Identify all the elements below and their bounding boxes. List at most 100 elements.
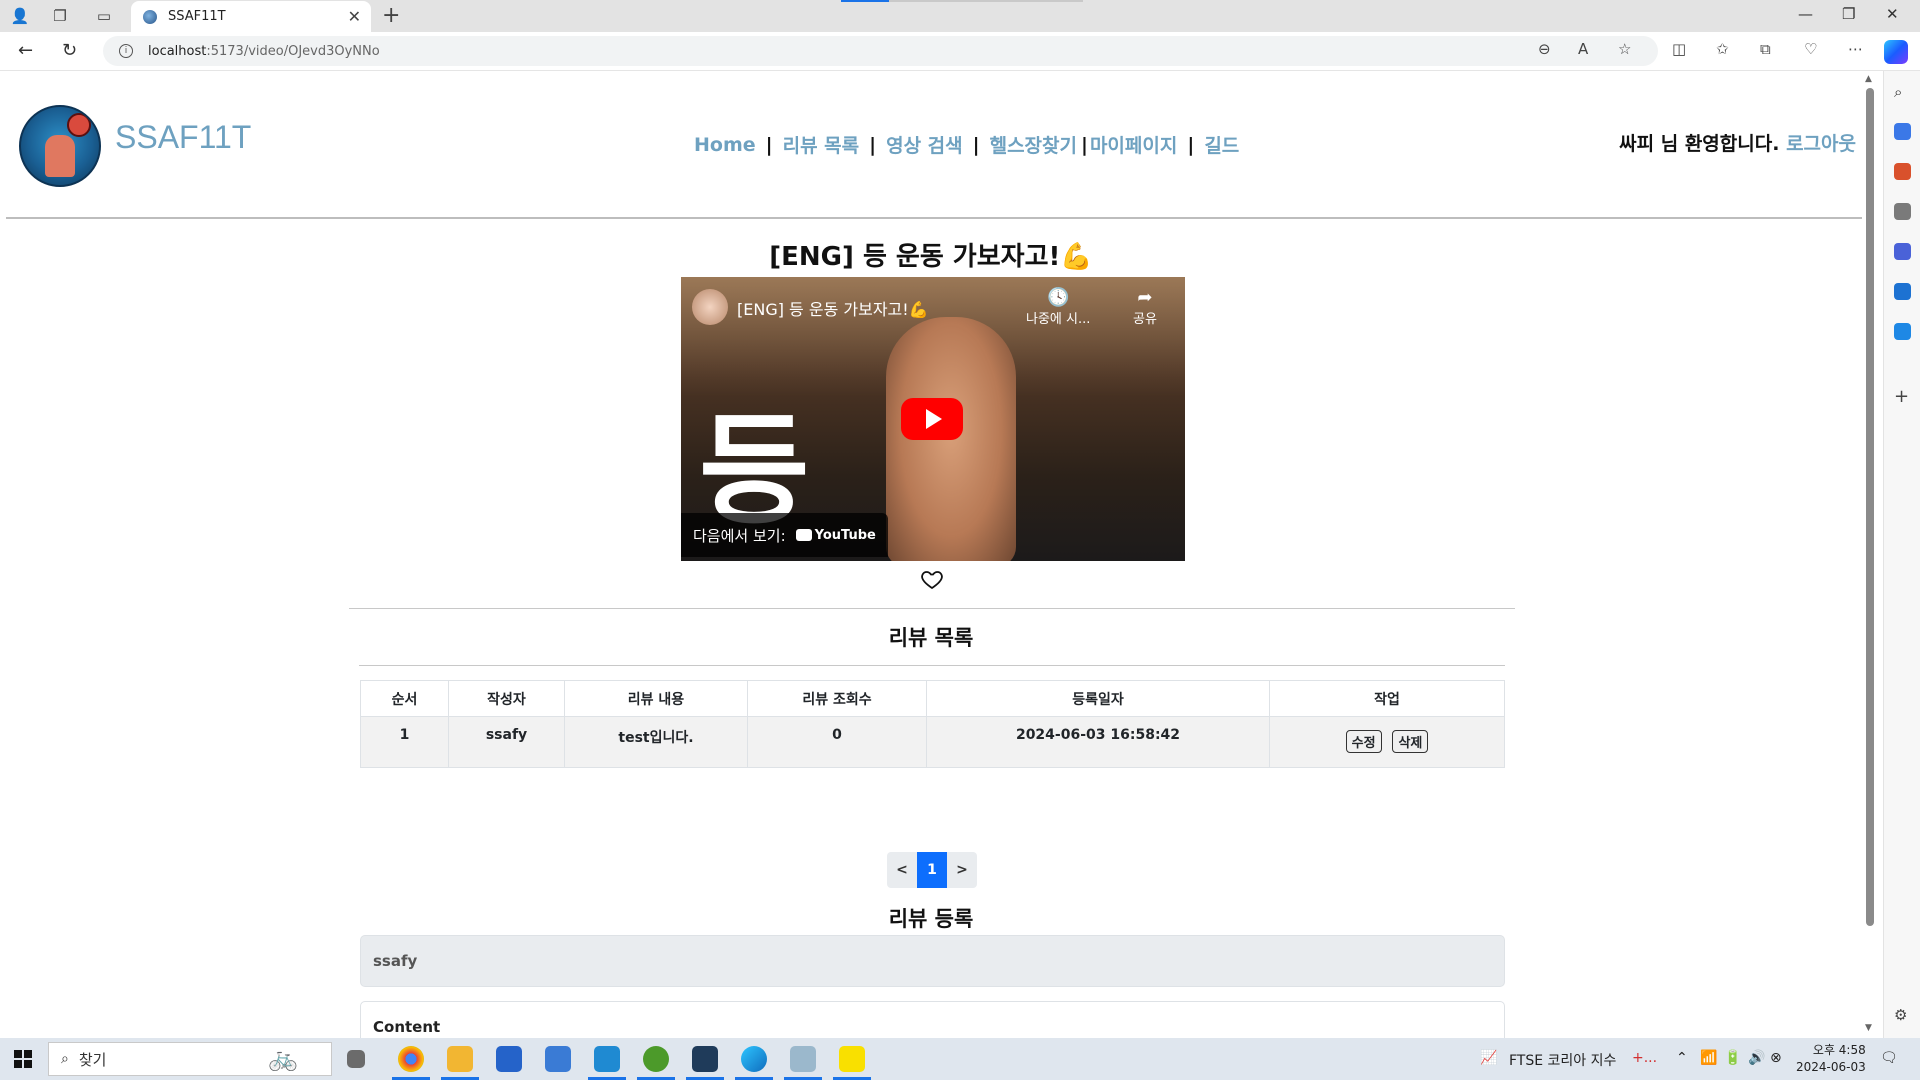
scroll-down-icon[interactable]: ▼: [1865, 1023, 1872, 1033]
extensions-icon[interactable]: ♡: [1804, 40, 1817, 58]
content-field[interactable]: Content: [360, 1001, 1505, 1038]
workspaces-icon[interactable]: ❐: [50, 6, 70, 26]
prev-page-button[interactable]: <: [887, 852, 917, 888]
col-header-author: 작성자: [448, 680, 565, 717]
address-bar-row: ← ↻ i localhost :5173/video/OJevd3OyNNo …: [0, 32, 1920, 71]
edit-review-button[interactable]: 수정: [1345, 730, 1382, 753]
browser-tab[interactable]: SSAF11T ✕: [131, 1, 371, 32]
browser-tab-bar: 👤 ❐ ▭ SSAF11T ✕ + — ❐ ✕: [0, 0, 1920, 32]
notepad-icon[interactable]: [790, 1046, 816, 1072]
status-icon[interactable]: ⊗: [1770, 1050, 1782, 1066]
office-icon[interactable]: [1894, 243, 1911, 260]
play-button[interactable]: [901, 398, 963, 440]
cell-author: ssafy: [448, 716, 565, 768]
youtube-player[interactable]: 등 [ENG] 등 운동 가보자고!💪 🕓 나중에 시... ➦ 공유 다음에서…: [681, 277, 1185, 561]
tab-actions-icon[interactable]: ▭: [94, 6, 114, 26]
battery-icon[interactable]: 🔋: [1724, 1050, 1741, 1066]
notification-icon[interactable]: 🗨: [1880, 1050, 1898, 1066]
copilot-icon[interactable]: [1884, 40, 1908, 64]
outlook-icon[interactable]: [1894, 283, 1911, 300]
shopping-icon[interactable]: [1894, 123, 1911, 140]
embed-video-title[interactable]: [ENG] 등 운동 가보자고!💪: [737, 296, 929, 320]
windows-start-icon[interactable]: [14, 1050, 32, 1068]
collections-icon[interactable]: ⧉: [1760, 40, 1771, 58]
web-page: SSAF11T Home | 리뷰 목록 | 영상 검색 | 헬스장찾기 | 마…: [0, 71, 1862, 1038]
stock-chart-icon[interactable]: 📈: [1480, 1050, 1497, 1066]
nav-review-list[interactable]: 리뷰 목록: [783, 131, 860, 158]
network-icon[interactable]: 📶: [1700, 1050, 1717, 1066]
settings-gear-icon[interactable]: ⚙: [1894, 1006, 1911, 1024]
tools-icon[interactable]: [1894, 163, 1911, 180]
back-icon[interactable]: ←: [18, 40, 33, 61]
nav-home[interactable]: Home: [694, 134, 756, 156]
delete-review-button[interactable]: 삭제: [1392, 730, 1429, 753]
scroll-thumb[interactable]: [1866, 88, 1874, 926]
loading-indicator: [841, 0, 889, 2]
edge-browser-icon[interactable]: [741, 1046, 767, 1072]
page-scrollbar[interactable]: ▲ ▼: [1862, 71, 1878, 1037]
profile-icon[interactable]: 👤: [10, 6, 30, 26]
nav-separator: |: [972, 133, 980, 156]
nav-separator: |: [1081, 133, 1088, 156]
nav-guild[interactable]: 길드: [1204, 131, 1239, 158]
table-row: 1 ssafy test입니다. 0 2024-06-03 16:58:42 수…: [360, 716, 1505, 768]
col-header-content: 리뷰 내용: [564, 680, 748, 717]
nav-mypage[interactable]: 마이페이지: [1090, 131, 1177, 158]
table-header-row: 순서 작성자 리뷰 내용 리뷰 조회수 등록일자 작업: [360, 680, 1505, 717]
review-form-title: 리뷰 등록: [888, 907, 974, 931]
nav-video-search[interactable]: 영상 검색: [886, 131, 963, 158]
channel-avatar[interactable]: [692, 289, 728, 325]
favorites-icon[interactable]: ✩: [1716, 40, 1729, 58]
next-page-button[interactable]: >: [947, 852, 977, 888]
basketball-icon: [67, 113, 91, 137]
zoom-icon[interactable]: ⊖: [1538, 40, 1551, 58]
read-aloud-icon[interactable]: A: [1578, 40, 1588, 58]
nav-gym-finder[interactable]: 헬스장찾기: [990, 131, 1077, 158]
games-icon[interactable]: [1894, 203, 1911, 220]
more-menu-icon[interactable]: ⋯: [1848, 40, 1863, 58]
chrome-icon[interactable]: [398, 1046, 424, 1072]
cell-date: 2024-06-03 16:58:42: [926, 716, 1270, 768]
clock[interactable]: 오후 4:58 2024-06-03: [1796, 1042, 1866, 1076]
volume-icon[interactable]: 🔊: [1748, 1050, 1765, 1066]
task-view-icon[interactable]: [347, 1050, 365, 1068]
restore-icon[interactable]: ❐: [1842, 5, 1855, 23]
mysql-workbench-icon[interactable]: [692, 1046, 718, 1072]
scroll-up-icon[interactable]: ▲: [1865, 74, 1872, 84]
tray-expand-icon[interactable]: ⌃: [1676, 1050, 1688, 1066]
mail-icon[interactable]: [545, 1046, 571, 1072]
new-tab-icon[interactable]: +: [382, 3, 400, 28]
split-screen-icon[interactable]: ◫: [1672, 40, 1686, 58]
file-explorer-icon[interactable]: [447, 1046, 473, 1072]
site-logo[interactable]: [19, 105, 101, 187]
vscode-icon[interactable]: [594, 1046, 620, 1072]
clock-icon: 🕓: [1046, 287, 1070, 308]
kakaotalk-icon[interactable]: [839, 1046, 865, 1072]
clock-date: 2024-06-03: [1796, 1060, 1866, 1074]
url-field[interactable]: i localhost :5173/video/OJevd3OyNNo: [103, 36, 1658, 66]
share-button[interactable]: ➦ 공유: [1133, 287, 1157, 327]
watch-on-youtube-button[interactable]: 다음에서 보기: YouTube: [681, 513, 888, 557]
site-info-icon[interactable]: i: [119, 44, 133, 58]
stock-ticker-label[interactable]: FTSE 코리아 지수: [1509, 1050, 1616, 1070]
url-host: localhost: [148, 43, 207, 59]
close-window-icon[interactable]: ✕: [1886, 5, 1899, 23]
watch-later-label: 나중에 시...: [1026, 312, 1091, 327]
search-icon[interactable]: ⌕: [1894, 83, 1911, 101]
send-icon[interactable]: [1894, 323, 1911, 340]
spring-tool-icon[interactable]: [643, 1046, 669, 1072]
minimize-icon[interactable]: —: [1798, 5, 1813, 23]
player-figure: [45, 135, 75, 177]
watch-later-button[interactable]: 🕓 나중에 시...: [1026, 287, 1090, 327]
add-sidebar-icon[interactable]: +: [1894, 386, 1911, 407]
reload-icon[interactable]: ↻: [62, 40, 77, 61]
favorite-star-icon[interactable]: ☆: [1618, 40, 1631, 58]
logout-link[interactable]: 로그아웃: [1786, 133, 1856, 155]
page-button-current[interactable]: 1: [917, 852, 947, 888]
store-icon[interactable]: [496, 1046, 522, 1072]
close-tab-icon[interactable]: ✕: [348, 7, 361, 26]
brand-name[interactable]: SSAF11T: [115, 119, 251, 156]
heart-icon[interactable]: [920, 567, 944, 591]
loading-track: [889, 0, 1083, 2]
cell-content[interactable]: test입니다.: [564, 716, 748, 768]
